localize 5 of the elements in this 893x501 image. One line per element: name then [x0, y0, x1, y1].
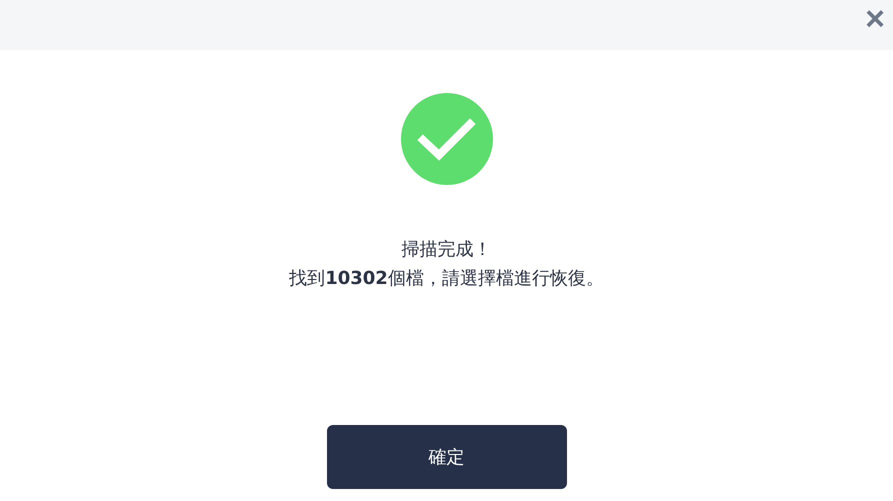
checkmark-icon	[400, 93, 492, 185]
message-text: 找到10302個檔，請選擇檔進行恢復。	[289, 267, 604, 291]
close-button[interactable]: ×	[865, 4, 885, 34]
confirm-button[interactable]: 確定	[326, 425, 566, 489]
message-text: 掃描完成！	[402, 238, 492, 262]
